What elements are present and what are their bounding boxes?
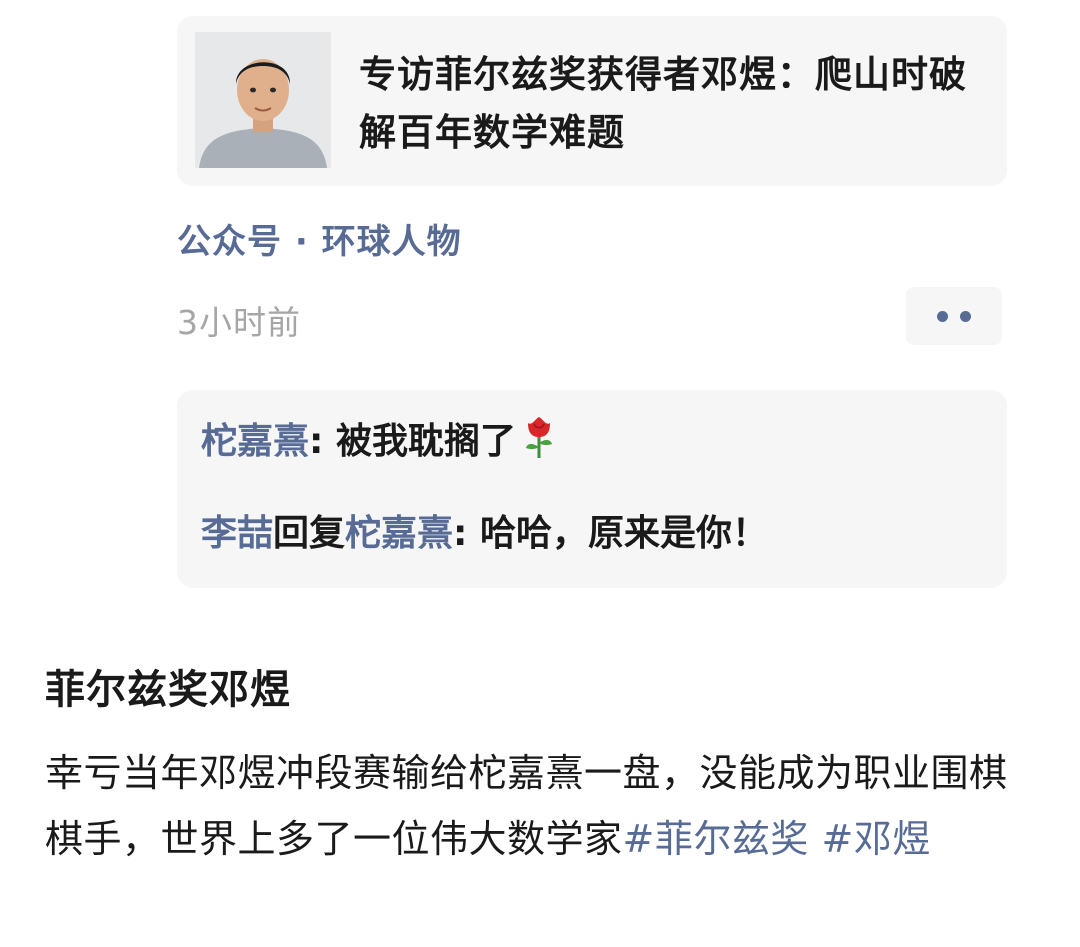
dot-icon [960, 311, 971, 322]
comments-section: 柁嘉熹: 被我耽搁了 李喆回复柁嘉熹: 哈哈，原来是你！ [177, 390, 1007, 588]
article-card[interactable]: 专访菲尔兹奖获得者邓煜：爬山时破解百年数学难题 [177, 16, 1007, 186]
dot-icon [937, 311, 948, 322]
post-body: 幸亏当年邓煜冲段赛输给柁嘉熹一盘，没能成为职业围棋棋手，世界上多了一位伟大数学家… [45, 740, 1035, 872]
reply-target[interactable]: 柁嘉熹 [345, 513, 453, 554]
reply-word: 回复 [273, 513, 346, 554]
comment-author[interactable]: 柁嘉熹 [201, 421, 309, 462]
comment-separator: : [453, 513, 480, 554]
hashtag[interactable]: #菲尔兹奖 [623, 817, 809, 861]
source-label[interactable]: 公众号 · 环球人物 [177, 214, 462, 263]
reply-author[interactable]: 李喆 [201, 513, 273, 554]
comment-text: 被我耽搁了 [335, 421, 516, 462]
comment-reply: 李喆回复柁嘉熹: 哈哈，原来是你！ [201, 504, 768, 556]
comment-text: 哈哈，原来是你！ [479, 513, 768, 554]
article-thumbnail [195, 32, 331, 168]
article-title[interactable]: 专访菲尔兹奖获得者邓煜：爬山时破解百年数学难题 [359, 46, 979, 162]
post-title: 菲尔兹奖邓煜 [45, 667, 291, 713]
hashtag[interactable]: #邓煜 [821, 817, 930, 861]
person-portrait-icon [195, 32, 331, 168]
rose-icon [522, 415, 556, 468]
comment-separator: : [309, 421, 336, 462]
more-options-button[interactable] [906, 287, 1002, 345]
comment: 柁嘉熹: 被我耽搁了 [201, 412, 556, 468]
timestamp: 3小时前 [177, 303, 301, 342]
